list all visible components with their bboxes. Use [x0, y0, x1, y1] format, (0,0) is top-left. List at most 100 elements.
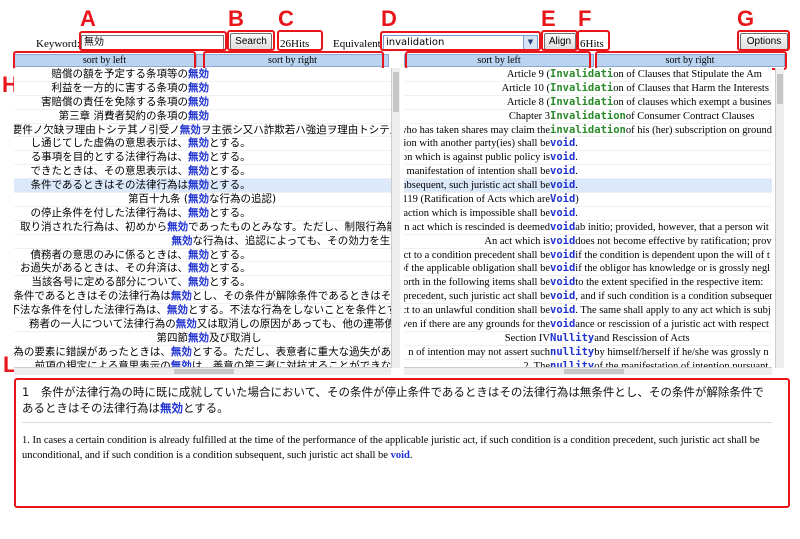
japanese-keyword: 無効 — [175, 318, 197, 331]
english-horizontal-scrollbar[interactable] — [404, 367, 772, 375]
english-concordance-row[interactable]: n of intention may not assert such nulli… — [404, 346, 772, 360]
english-right-context: , and if such condition is a condition s… — [575, 291, 772, 303]
english-right-context: of Consumer Contract Clauses — [625, 110, 755, 122]
english-keyword: Invalidati — [550, 81, 614, 94]
english-right-context: to the extent specified in the respectiv… — [575, 277, 764, 289]
japanese-concordance-row[interactable]: 無効 な行為は、追認によっても、その効力を生じな — [14, 235, 391, 249]
callout-box-b — [227, 30, 275, 51]
english-keyword: void — [550, 234, 576, 247]
english-concordance-row[interactable]: 119 (Ratification of Acts which are Void… — [404, 193, 772, 207]
english-right-context: on of clauses which exempt a busines — [613, 96, 772, 108]
japanese-concordance-row[interactable]: 第百十九条 (無効 な行為の追認) — [14, 193, 391, 207]
english-concordance-row[interactable]: action which is impossible shall be void… — [404, 207, 772, 221]
japanese-keyword: 無効 — [188, 95, 209, 108]
japanese-vertical-scrollbar[interactable] — [391, 68, 400, 368]
english-concordance-row[interactable]: Article 9 (Invalidati on of Clauses that … — [404, 68, 772, 82]
japanese-concordance-row[interactable]: 条件であるときはその法律行為は 無効 とする。 — [14, 179, 391, 194]
japanese-concordance-row[interactable]: 害賠償の責任を免除する条項の 無効 — [14, 96, 391, 110]
english-concordance-row[interactable]: forth in the following items shall be vo… — [404, 276, 772, 291]
japanese-left-context: し通じてした虚偽の意思表示は、 — [30, 137, 189, 150]
japanese-keyword: 無効 — [188, 109, 209, 122]
japanese-left-context: 為の要素に錯誤があったときは、 — [14, 345, 171, 358]
english-keyword: Nullity — [550, 331, 595, 344]
japanese-concordance-row[interactable]: 第四節 無効 及び取消し — [14, 332, 391, 346]
english-concordance-row[interactable]: Article 8 (Invalidati on of clauses which… — [404, 96, 772, 110]
japanese-concordance-row[interactable]: 取り消された行為は、初めから無効であったものとみなす。ただし、制限行為能力者 — [14, 221, 391, 235]
japanese-keyword: 無効 — [188, 276, 209, 289]
japanese-concordance-row[interactable]: 第三章 消費者契約の条項の 無効 — [14, 110, 391, 124]
japanese-concordance-row[interactable]: 賠償の額を予定する条項等の 無効 — [14, 68, 391, 82]
japanese-keyword: 無効 — [171, 234, 193, 247]
english-concordance-row[interactable]: An act which is void does not become eff… — [404, 235, 772, 249]
english-concordance-row[interactable]: manifestation of intention shall be void… — [404, 165, 772, 180]
english-concordance-row[interactable]: subsequent, such juristic act shall be v… — [404, 179, 772, 194]
english-left-context: Section IV — [504, 332, 550, 344]
english-left-context: action which is against public policy is — [404, 152, 550, 164]
callout-box-d — [380, 31, 541, 51]
japanese-keyword: 無効 — [188, 165, 209, 178]
japanese-concordance-row[interactable]: 利益を一方的に害する条項の 無効 — [14, 82, 391, 96]
english-keyword: void — [550, 318, 576, 331]
japanese-keyword: 無効 — [188, 81, 209, 94]
english-right-context: does not become effective by ratificatio… — [575, 235, 772, 247]
japanese-concordance-pane[interactable]: 賠償の額を予定する条項等の 無効 利益を一方的に害する条項の 無効 害賠償の責任を免除す… — [14, 68, 391, 368]
japanese-right-context: とする。 — [209, 262, 251, 275]
equivalent-label: Equivalent — [333, 38, 381, 50]
japanese-concordance-row[interactable]: お過失があるときは、その弁済は、 無効 とする。 — [14, 262, 391, 277]
english-vertical-scrollbar[interactable] — [775, 68, 784, 368]
japanese-left-context: できたときは、その意思表示は、 — [30, 165, 189, 178]
english-concordance-row[interactable]: Article 10 (Invalidati on of Clauses that… — [404, 82, 772, 96]
english-right-context: ance or rescission of a juristic act wit… — [575, 319, 769, 331]
english-left-context: ct to an unlawful condition shall be — [404, 305, 550, 317]
japanese-left-context: 条件であるときはその法律行為は — [30, 179, 188, 192]
japanese-concordance-row[interactable]: 不法な条件を付した法律行為は、無効とする。不法な行為をしないことを条件とするも — [14, 304, 391, 319]
english-left-context: an act which is rescinded is deemed — [404, 221, 550, 233]
japanese-horizontal-scrollbar[interactable] — [14, 367, 391, 375]
japanese-left-context: 取り消された行為は、初めから — [20, 220, 168, 233]
english-left-context: action which is impossible shall be — [404, 207, 550, 219]
japanese-right-context: とする。 — [209, 248, 251, 261]
english-concordance-row[interactable]: action which is against public policy is… — [404, 151, 772, 166]
japanese-right-context: とする。 — [209, 151, 251, 164]
japanese-concordance-row[interactable]: 要件ノ欠缺ヲ理由トシテ其ノ引受ノ 無効 ヲ主張シ又ハ詐欺若ハ強迫ヲ理由トシテ之 — [14, 124, 391, 138]
english-concordance-row[interactable]: ct to a condition precedent shall be voi… — [404, 249, 772, 263]
japanese-left-context: 条件であるときはその法律行為は — [14, 290, 171, 303]
japanese-right-context: とする。 — [209, 179, 251, 192]
callout-box-a — [79, 31, 227, 51]
english-right-context: and Rescission of Acts — [594, 332, 690, 344]
japanese-right-context: ヲ主張シ又ハ詐欺若ハ強迫ヲ理由トシテ之 — [200, 123, 391, 136]
english-concordance-row[interactable]: an act which is rescinded is deemed void… — [404, 221, 772, 235]
english-keyword: Invalidati — [550, 68, 614, 80]
english-right-context: on of Clauses that Harm the Interests — [613, 82, 769, 94]
english-keyword: Invalidation — [550, 109, 626, 122]
english-concordance-row[interactable]: of the applicable obligation shall be vo… — [404, 262, 772, 277]
english-keyword: void — [550, 304, 576, 317]
english-concordance-row[interactable]: precedent, such juristic act shall be vo… — [404, 290, 772, 305]
japanese-concordance-row[interactable]: 債務者の意思のみに係るときは、 無効 とする。 — [14, 249, 391, 263]
english-concordance-row[interactable]: who has taken shares may claim the inval… — [404, 124, 772, 138]
japanese-concordance-row[interactable]: 務者の一人について法律行為の 無効 又は取消しの原因があっても、他の連帯債務 — [14, 318, 391, 332]
english-keyword: void — [550, 206, 576, 219]
japanese-concordance-row[interactable]: 当該各号に定める部分について、 無効 とする。 — [14, 276, 391, 291]
callout-g: G — [737, 6, 755, 31]
japanese-left-context: お過失があるときは、その弁済は、 — [20, 262, 188, 275]
english-keyword: void — [550, 165, 576, 178]
japanese-concordance-row[interactable]: の停止条件を付した法律行為は、 無効 とする。 — [14, 207, 391, 221]
english-left-context: who has taken shares may claim the — [404, 124, 550, 136]
japanese-concordance-row[interactable]: 条件であるときはその法律行為は 無効 とし、その条件が解除条件であるときはその法 — [14, 290, 391, 305]
japanese-concordance-row[interactable]: し通じてした虚偽の意思表示は、 無効 とする。 — [14, 137, 391, 152]
english-concordance-row[interactable]: even if there are any grounds for the vo… — [404, 318, 772, 332]
english-concordance-row[interactable]: tion with another party(ies) shall be vo… — [404, 137, 772, 152]
english-right-context: if the obligor has knowledge or is gross… — [575, 263, 771, 275]
english-concordance-row[interactable]: ct to an unlawful condition shall be voi… — [404, 304, 772, 319]
english-concordance-pane[interactable]: Article 9 (Invalidati on of Clauses that … — [404, 68, 772, 368]
english-right-context: . — [575, 180, 578, 192]
english-concordance-row[interactable]: Section IV Nullity and Rescission of Act… — [404, 332, 772, 346]
japanese-concordance-row[interactable]: できたときは、その意思表示は、 無効 とする。 — [14, 165, 391, 180]
english-keyword: Void — [550, 193, 576, 206]
japanese-concordance-row[interactable]: る事項を目的とする法律行為は、 無効 とする。 — [14, 151, 391, 166]
japanese-left-context: 第四節 — [156, 331, 189, 344]
english-concordance-row[interactable]: Chapter 3 Invalidation of Consumer Contr… — [404, 110, 772, 124]
english-keyword: invalidation — [550, 123, 626, 136]
japanese-concordance-row[interactable]: 為の要素に錯誤があったときは、 無効 とする。ただし、表意者に重大な過失があった — [14, 346, 391, 360]
